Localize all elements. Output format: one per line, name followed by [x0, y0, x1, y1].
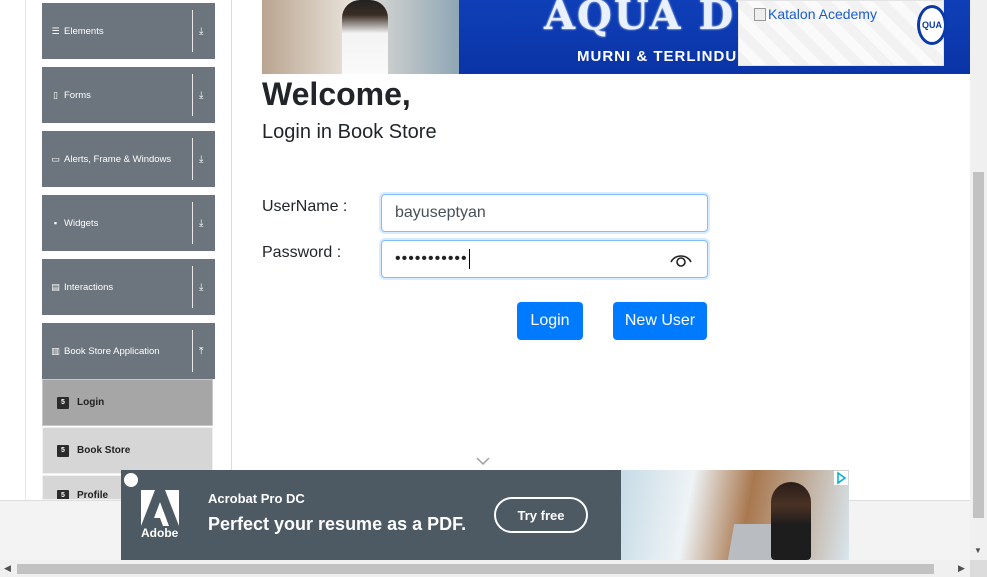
katalon-ad[interactable]: Katalon Acedemy QUA — [738, 0, 947, 66]
ad-photo — [621, 470, 849, 560]
scroll-down-arrow-icon[interactable]: ▼ — [974, 546, 982, 555]
password-label: Password : — [262, 244, 342, 261]
adobe-wordmark: Adobe — [141, 526, 179, 540]
username-label: UserName : — [262, 198, 348, 215]
horizontal-scrollbar[interactable]: ◀ ▶ — [0, 560, 970, 577]
banner-photo — [262, 0, 459, 74]
list-icon: ▤ — [51, 281, 60, 292]
divider — [192, 10, 193, 52]
sidebar-group-widgets[interactable]: ▪ Widgets ⤓ — [42, 195, 215, 251]
password-masked-value: ••••••••••• — [395, 250, 468, 267]
scrollbar-corner — [970, 560, 987, 577]
ad-headline: Perfect your resume as a PDF. — [208, 514, 467, 534]
scroll-left-arrow-icon[interactable]: ◀ — [4, 563, 11, 574]
aqua-logo: QUA — [917, 5, 947, 45]
sidebar-group-label: Book Store Application — [64, 345, 160, 357]
shield-icon — [124, 473, 138, 487]
sidebar-group-book-store-application[interactable]: ▥ Book Store Application ⤒ — [42, 323, 215, 379]
download-arrow-icon: ⤓ — [199, 153, 204, 165]
sidebar-group-label: Interactions — [64, 281, 114, 293]
divider — [192, 202, 193, 244]
try-free-button[interactable]: Try free — [494, 497, 588, 533]
adchoices-icon[interactable] — [834, 471, 848, 485]
ad-person — [771, 482, 811, 560]
broken-image-icon — [754, 7, 766, 21]
sidebar: ☰ Elements ⤓ ▯ Forms ⤓ ▭ Alerts, Frame &… — [0, 0, 232, 500]
sidebar-item-login[interactable]: 5 Login — [42, 379, 213, 426]
sidebar-group-elements[interactable]: ☰ Elements ⤓ — [42, 3, 215, 59]
eye-icon[interactable] — [670, 251, 692, 269]
sidebar-group-label: Elements — [64, 25, 104, 37]
adobe-logo-icon — [141, 490, 179, 526]
divider — [192, 266, 193, 308]
adobe-ad[interactable]: Adobe Acrobat Pro DC Perfect your resume… — [121, 470, 849, 560]
ad-product-name: Acrobat Pro DC — [208, 491, 305, 506]
username-input[interactable]: bayuseptyan — [381, 194, 708, 232]
hamburger-icon: ☰ — [51, 25, 60, 36]
page-title: Welcome, — [262, 76, 411, 112]
grid-icon: ▪ — [53, 217, 58, 228]
sidebar-group-interactions[interactable]: ▤ Interactions ⤓ — [42, 259, 215, 315]
login-button[interactable]: Login — [517, 302, 583, 340]
vertical-scrollbar[interactable]: ▼ — [970, 0, 987, 560]
sidebar-item-label: Profile — [77, 490, 109, 500]
download-arrow-icon: ⤓ — [199, 89, 204, 101]
books-icon: ▥ — [51, 345, 60, 356]
form-icon: ▯ — [53, 89, 58, 100]
broken-image-alt-text: Katalon Acedemy — [768, 6, 877, 22]
upload-arrow-icon: ⤒ — [199, 345, 204, 357]
sidebar-group-forms[interactable]: ▯ Forms ⤓ — [42, 67, 215, 123]
divider — [192, 74, 193, 116]
download-arrow-icon: ⤓ — [199, 25, 204, 37]
horizontal-scroll-thumb[interactable] — [17, 564, 934, 574]
scroll-right-arrow-icon[interactable]: ▶ — [958, 563, 965, 574]
vertical-scroll-thumb[interactable] — [973, 172, 984, 518]
banner-person — [342, 0, 388, 74]
divider — [192, 330, 193, 372]
sidebar-item-label: Login — [77, 397, 105, 408]
text-caret — [468, 248, 470, 269]
divider — [192, 138, 193, 180]
banner-tagline: MURNI & TERLINDU — [577, 48, 738, 65]
page-root: ☰ Elements ⤓ ▯ Forms ⤓ ▭ Alerts, Frame &… — [0, 0, 987, 577]
download-arrow-icon: ⤓ — [199, 281, 204, 293]
new-user-button[interactable]: New User — [613, 302, 707, 340]
sidebar-item-book-store[interactable]: 5 Book Store — [42, 427, 213, 474]
sidebar-group-label: Widgets — [64, 217, 99, 229]
download-arrow-icon: ⤓ — [199, 217, 204, 229]
chevron-down-icon[interactable] — [476, 456, 490, 466]
adchoices-triangle-icon — [837, 471, 847, 485]
page-subtitle: Login in Book Store — [262, 121, 437, 143]
html5-icon: 5 — [57, 490, 69, 499]
sidebar-item-label: Book Store — [77, 445, 131, 456]
sidebar-divider — [25, 0, 26, 500]
html5-icon: 5 — [57, 444, 69, 457]
password-input[interactable]: ••••••••••• — [381, 240, 708, 278]
html5-icon: 5 — [57, 396, 69, 409]
broken-image-link[interactable]: Katalon Acedemy — [754, 6, 877, 22]
window-icon: ▭ — [51, 153, 60, 164]
sidebar-group-label: Forms — [64, 89, 91, 101]
sidebar-group-label: Alerts, Frame & Windows — [64, 153, 172, 165]
sidebar-group-alerts[interactable]: ▭ Alerts, Frame & Windows ⤓ — [42, 131, 215, 187]
